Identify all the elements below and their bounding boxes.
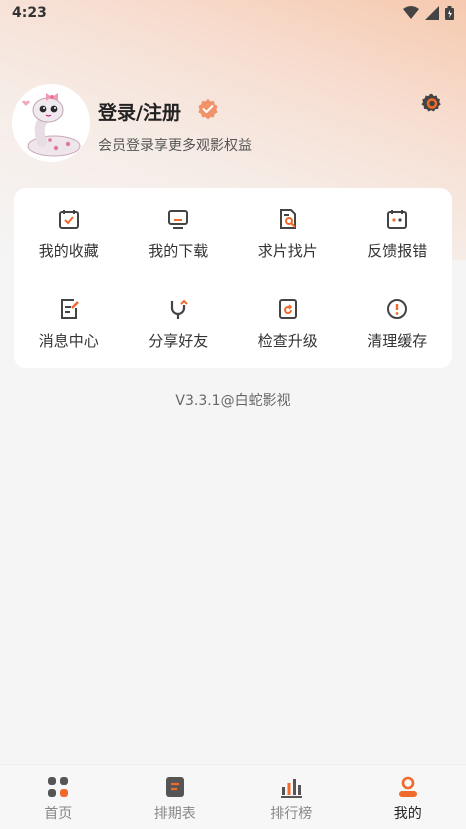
tab-schedule[interactable]: 排期表 [117,765,234,829]
version-text: V3.3.1@白蛇影视 [0,390,466,410]
note-edit-icon [58,298,80,320]
favorites-button[interactable]: 我的收藏 [14,188,124,278]
monitor-icon [167,208,189,230]
avatar[interactable] [12,84,90,162]
request-movie-label: 求片找片 [258,240,318,261]
share-friends-label: 分享好友 [148,330,208,351]
update-icon [277,298,299,320]
tab-mine-label: 我的 [394,803,422,823]
profile-header: 登录/注册 会员登录享更多观影权益 [12,84,452,164]
alert-circle-icon [386,298,408,320]
features-card: 我的收藏 我的下载 求片找片 反馈报错 消息中心 分享好友 检查升级 清理缓存 [14,188,452,368]
share-friends-button[interactable]: 分享好友 [124,278,234,368]
messages-label: 消息中心 [39,330,99,351]
messages-button[interactable]: 消息中心 [14,278,124,368]
status-bar: 4:23 [0,0,466,26]
downloads-label: 我的下载 [148,240,208,261]
wifi-icon [403,6,419,20]
document-search-icon [277,208,299,230]
tab-mine[interactable]: 我的 [350,765,466,829]
feedback-button[interactable]: 反馈报错 [343,188,453,278]
tab-schedule-label: 排期表 [154,803,196,823]
tab-ranking[interactable]: 排行榜 [233,765,350,829]
request-movie-button[interactable]: 求片找片 [233,188,343,278]
settings-gear-icon[interactable] [420,92,444,116]
check-update-button[interactable]: 检查升级 [233,278,343,368]
snake-mascot-icon [12,84,90,162]
profile-icon [396,775,420,799]
calendar-dots-icon [386,208,408,230]
ranking-icon [279,775,303,799]
check-update-label: 检查升级 [258,330,318,351]
favorites-label: 我的收藏 [39,240,99,261]
bottom-tab-bar: 首页 排期表 排行榜 我的 [0,764,466,829]
status-icons [403,6,454,20]
calendar-check-icon [58,208,80,230]
battery-icon [445,6,454,20]
tab-home[interactable]: 首页 [0,765,117,829]
tab-ranking-label: 排行榜 [270,803,312,823]
signal-icon [425,6,439,20]
schedule-icon [163,775,187,799]
login-register-link[interactable]: 登录/注册 [98,98,181,125]
status-time: 4:23 [12,5,47,21]
home-grid-icon [46,775,70,799]
tab-home-label: 首页 [44,803,72,823]
downloads-button[interactable]: 我的下载 [124,188,234,278]
clear-cache-label: 清理缓存 [367,330,427,351]
member-subtitle: 会员登录享更多观影权益 [98,135,252,155]
verified-badge-icon [196,98,220,122]
clear-cache-button[interactable]: 清理缓存 [343,278,453,368]
feedback-label: 反馈报错 [367,240,427,261]
share-icon [167,298,189,320]
